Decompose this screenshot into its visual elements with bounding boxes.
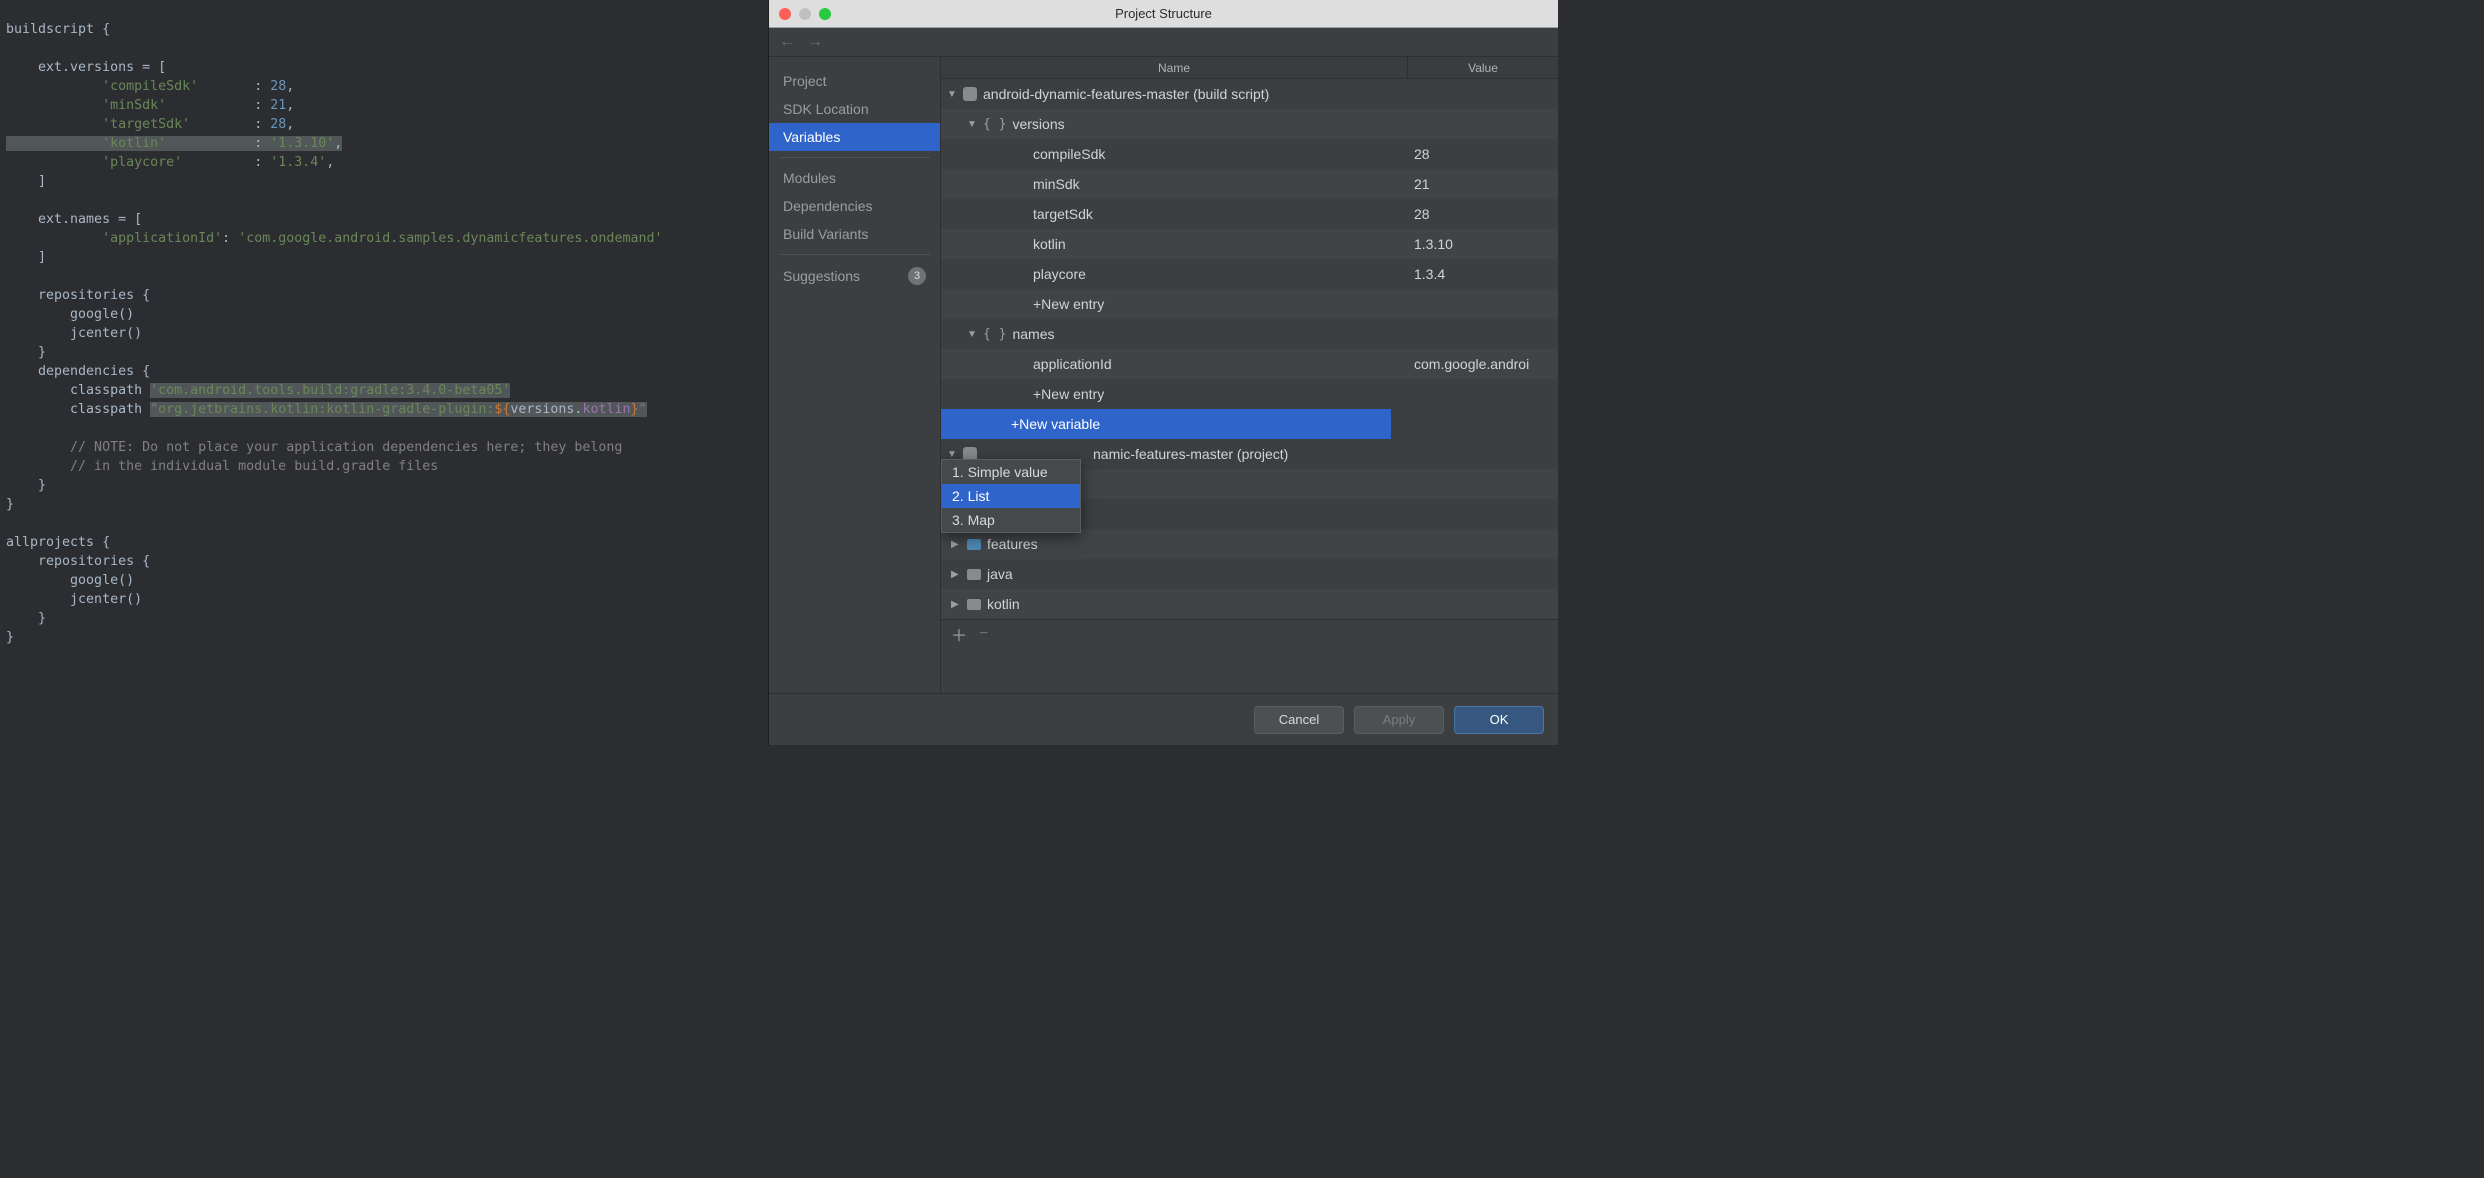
folder-java[interactable]: ▶java — [941, 559, 1558, 589]
braces-icon: { } — [983, 327, 1006, 342]
sidebar-item-build-variants[interactable]: Build Variants — [769, 220, 940, 248]
dialog-footer: Cancel Apply OK — [769, 693, 1558, 745]
tree-toolbar: ＋ − — [941, 619, 1558, 647]
sidebar-separator — [779, 157, 930, 158]
titlebar: Project Structure — [769, 0, 1558, 28]
var-applicationid[interactable]: applicationIdcom.google.androi — [941, 349, 1558, 379]
column-value[interactable]: Value — [1408, 57, 1558, 78]
sidebar-item-suggestions[interactable]: Suggestions 3 — [769, 261, 940, 291]
code-editor[interactable]: buildscript { ext.versions = [ 'compileS… — [0, 0, 770, 745]
popup-item-list[interactable]: 2. List — [942, 484, 1080, 508]
new-variable-popup: 1. Simple value 2. List 3. Map — [941, 459, 1081, 533]
folder-icon — [967, 599, 981, 610]
chevron-right-icon[interactable]: ▶ — [951, 599, 963, 610]
dialog-title: Project Structure — [769, 6, 1558, 21]
popup-item-simple-value[interactable]: 1. Simple value — [942, 460, 1080, 484]
braces-icon: { } — [983, 117, 1006, 132]
sidebar-item-dependencies[interactable]: Dependencies — [769, 192, 940, 220]
chevron-right-icon[interactable]: ▶ — [951, 539, 963, 550]
dialog-navbar: ← → — [769, 28, 1558, 56]
var-kotlin[interactable]: kotlin1.3.10 — [941, 229, 1558, 259]
project-structure-dialog: Project Structure ← → Project SDK Locati… — [768, 0, 1558, 745]
var-playcore[interactable]: playcore1.3.4 — [941, 259, 1558, 289]
suggestions-badge: 3 — [908, 267, 926, 285]
remove-icon[interactable]: − — [979, 625, 988, 643]
variables-tree[interactable]: ▼android-dynamic-features-master (build … — [941, 79, 1558, 619]
folder-kotlin[interactable]: ▶kotlin — [941, 589, 1558, 619]
var-targetsdk[interactable]: targetSdk28 — [941, 199, 1558, 229]
tree-root-build[interactable]: ▼android-dynamic-features-master (build … — [941, 79, 1558, 109]
chevron-right-icon[interactable]: ▶ — [951, 569, 963, 580]
var-compilesdk[interactable]: compileSdk28 — [941, 139, 1558, 169]
gradle-icon — [963, 87, 977, 101]
sidebar-item-modules[interactable]: Modules — [769, 164, 940, 192]
folder-icon — [967, 539, 981, 550]
chevron-down-icon[interactable]: ▼ — [967, 329, 979, 340]
folder-icon — [967, 569, 981, 580]
chevron-down-icon[interactable]: ▼ — [947, 89, 959, 100]
sidebar-separator — [779, 254, 930, 255]
apply-button: Apply — [1354, 706, 1444, 734]
var-minsdk[interactable]: minSdk21 — [941, 169, 1558, 199]
ok-button[interactable]: OK — [1454, 706, 1544, 734]
new-entry[interactable]: +New entry — [941, 289, 1558, 319]
forward-icon: → — [807, 33, 823, 51]
sidebar-item-variables[interactable]: Variables — [769, 123, 940, 151]
column-name[interactable]: Name — [941, 57, 1408, 78]
back-icon: ← — [779, 33, 795, 51]
chevron-down-icon[interactable]: ▼ — [947, 449, 959, 460]
tree-versions[interactable]: ▼{ }versions — [941, 109, 1558, 139]
table-header: Name Value — [941, 57, 1558, 79]
new-entry[interactable]: +New entry — [941, 379, 1558, 409]
sidebar-item-project[interactable]: Project — [769, 67, 940, 95]
popup-item-map[interactable]: 3. Map — [942, 508, 1080, 532]
sidebar: Project SDK Location Variables Modules D… — [769, 57, 941, 693]
tree-names[interactable]: ▼{ }names — [941, 319, 1558, 349]
variables-panel: Name Value ▼android-dynamic-features-mas… — [941, 57, 1558, 693]
cancel-button[interactable]: Cancel — [1254, 706, 1344, 734]
folder-features[interactable]: ▶features — [941, 529, 1558, 559]
sidebar-item-sdk-location[interactable]: SDK Location — [769, 95, 940, 123]
new-variable[interactable]: +New variable — [941, 409, 1391, 439]
chevron-down-icon[interactable]: ▼ — [967, 119, 979, 130]
add-icon[interactable]: ＋ — [951, 622, 967, 646]
